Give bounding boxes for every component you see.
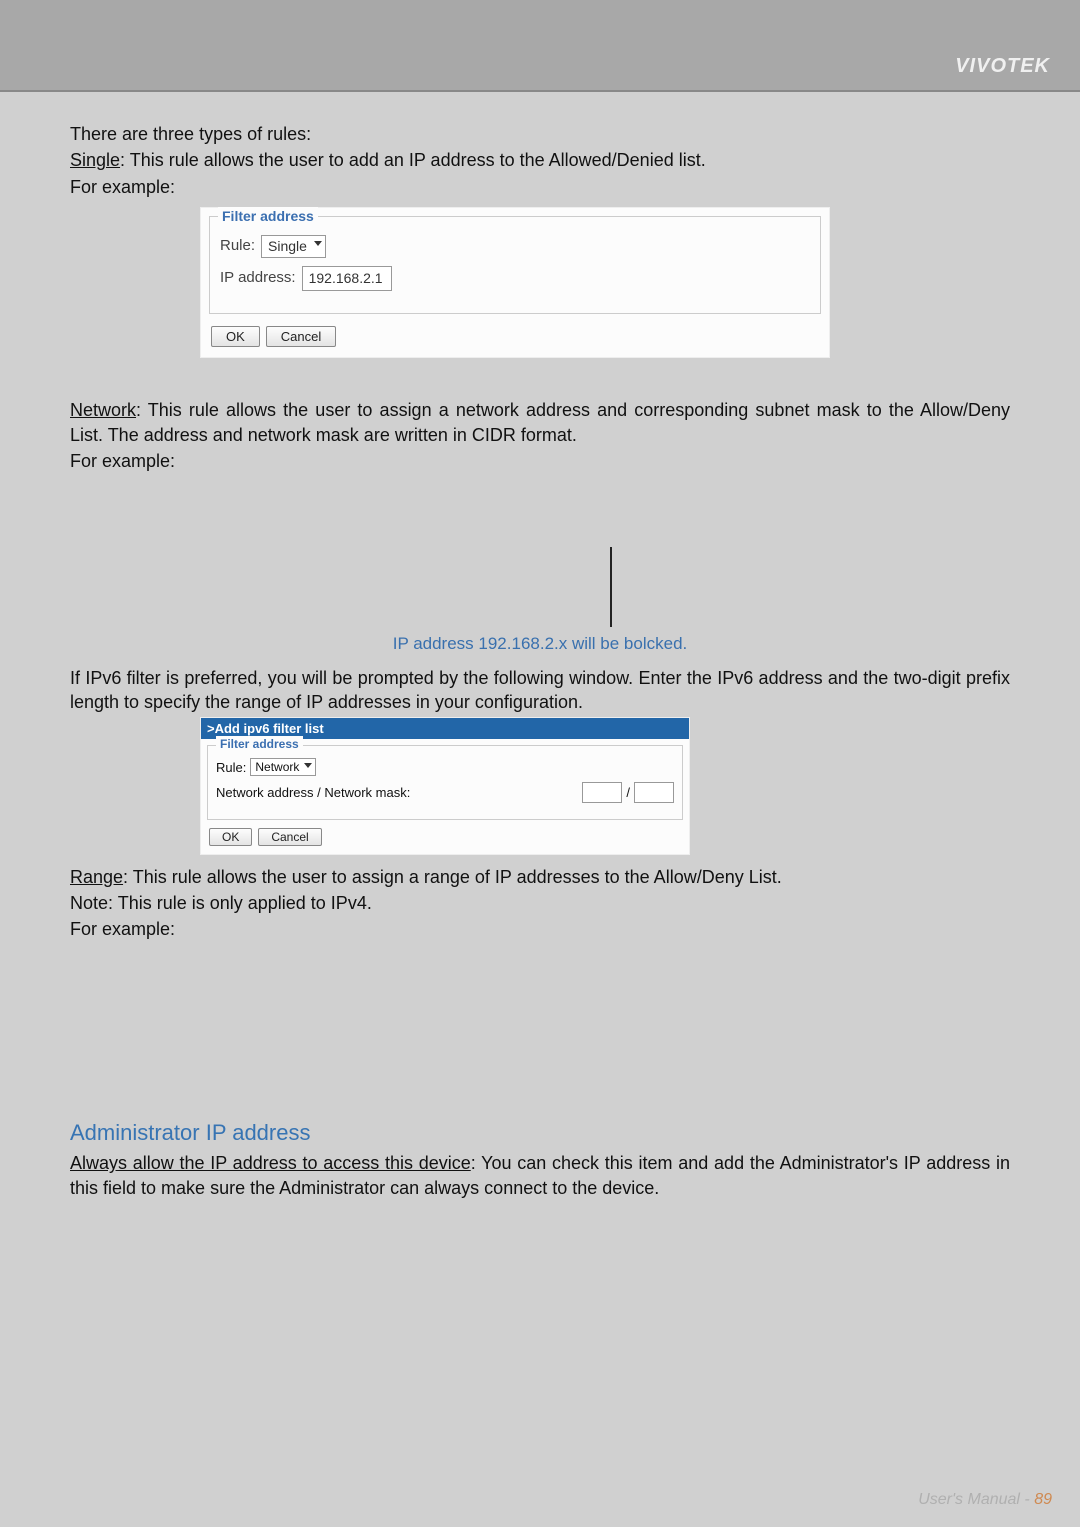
rule-select-value: Single xyxy=(268,238,307,254)
ipv6-mask-inputs: / xyxy=(582,782,674,802)
page-content: There are three types of rules: Single: … xyxy=(0,92,1080,1200)
footer-text: User's Manual - xyxy=(918,1491,1034,1508)
for-example-1: For example: xyxy=(70,175,1010,199)
ipv6-mask-label: Network address / Network mask: xyxy=(216,784,410,802)
page-header: VIVOTEK xyxy=(0,0,1080,90)
ipv6-filter-box: >Add ipv6 filter list Filter address Rul… xyxy=(200,717,690,855)
ip-row: IP address: 192.168.2.1 xyxy=(220,266,810,291)
ipv6-prefix-input[interactable] xyxy=(634,782,674,802)
rule-range-desc: : This rule allows the user to assign a … xyxy=(123,867,782,887)
page-number: 89 xyxy=(1034,1491,1052,1508)
rule-single-desc: : This rule allows the user to add an IP… xyxy=(120,150,706,170)
cancel-button[interactable]: Cancel xyxy=(266,326,336,348)
ipv6-rule-select[interactable]: Network xyxy=(250,758,316,776)
admin-para: Always allow the IP address to access th… xyxy=(70,1151,1010,1200)
for-example-3: For example: xyxy=(70,917,1010,941)
intro-line1: There are three types of rules: xyxy=(70,122,1010,146)
rule-row: Rule: Single xyxy=(220,235,810,258)
filter-fieldset: Filter address Rule: Single IP address: … xyxy=(209,216,821,314)
rule-single-label: Single xyxy=(70,150,120,170)
ip-label: IP address: xyxy=(220,268,296,288)
brand-logo: VIVOTEK xyxy=(955,55,1050,78)
slash-label: / xyxy=(626,784,630,802)
network-example-placeholder xyxy=(200,479,1010,629)
ipv6-rule-label: Rule: xyxy=(216,759,246,777)
range-example-placeholder xyxy=(200,948,1010,1108)
ip-address-input[interactable]: 192.168.2.1 xyxy=(302,266,392,291)
for-example-2: For example: xyxy=(70,449,1010,473)
admin-allow-label: Always allow the IP address to access th… xyxy=(70,1153,471,1173)
button-row: OK Cancel xyxy=(201,322,829,358)
ipv6-note: If IPv6 filter is preferred, you will be… xyxy=(70,666,1010,715)
blocked-caption: IP address 192.168.2.x will be bolcked. xyxy=(70,633,1010,656)
ok-button[interactable]: OK xyxy=(209,828,252,846)
arrow-line-icon xyxy=(610,547,612,627)
admin-ip-title: Administrator IP address xyxy=(70,1118,1010,1148)
rule-network-label: Network xyxy=(70,400,136,420)
ipv6-mask-row: Network address / Network mask: / xyxy=(216,782,674,802)
cancel-button[interactable]: Cancel xyxy=(258,828,321,846)
intro-single: Single: This rule allows the user to add… xyxy=(70,148,1010,172)
ipv6-legend: Filter address xyxy=(216,736,303,752)
ipv6-fieldset: Filter address Rule: Network Network add… xyxy=(207,745,683,819)
chevron-down-icon xyxy=(304,763,312,768)
filter-legend: Filter address xyxy=(218,207,318,226)
ipv6-address-input[interactable] xyxy=(582,782,622,802)
rule-select[interactable]: Single xyxy=(261,235,326,258)
ok-button[interactable]: OK xyxy=(211,326,260,348)
ipv6-rule-value: Network xyxy=(255,760,299,774)
filter-address-box-single: Filter address Rule: Single IP address: … xyxy=(200,207,830,358)
rule-range-label: Range xyxy=(70,867,123,887)
page-footer: User's Manual - 89 xyxy=(918,1491,1052,1509)
chevron-down-icon xyxy=(314,241,322,246)
ipv6-button-row: OK Cancel xyxy=(201,826,689,854)
network-para: Network: This rule allows the user to as… xyxy=(70,398,1010,447)
range-note: Note: This rule is only applied to IPv4. xyxy=(70,891,1010,915)
ipv6-rule-row: Rule: Network xyxy=(216,758,674,776)
range-para: Range: This rule allows the user to assi… xyxy=(70,865,1010,889)
rule-network-desc: : This rule allows the user to assign a … xyxy=(70,400,1010,444)
rule-label: Rule: xyxy=(220,236,255,256)
